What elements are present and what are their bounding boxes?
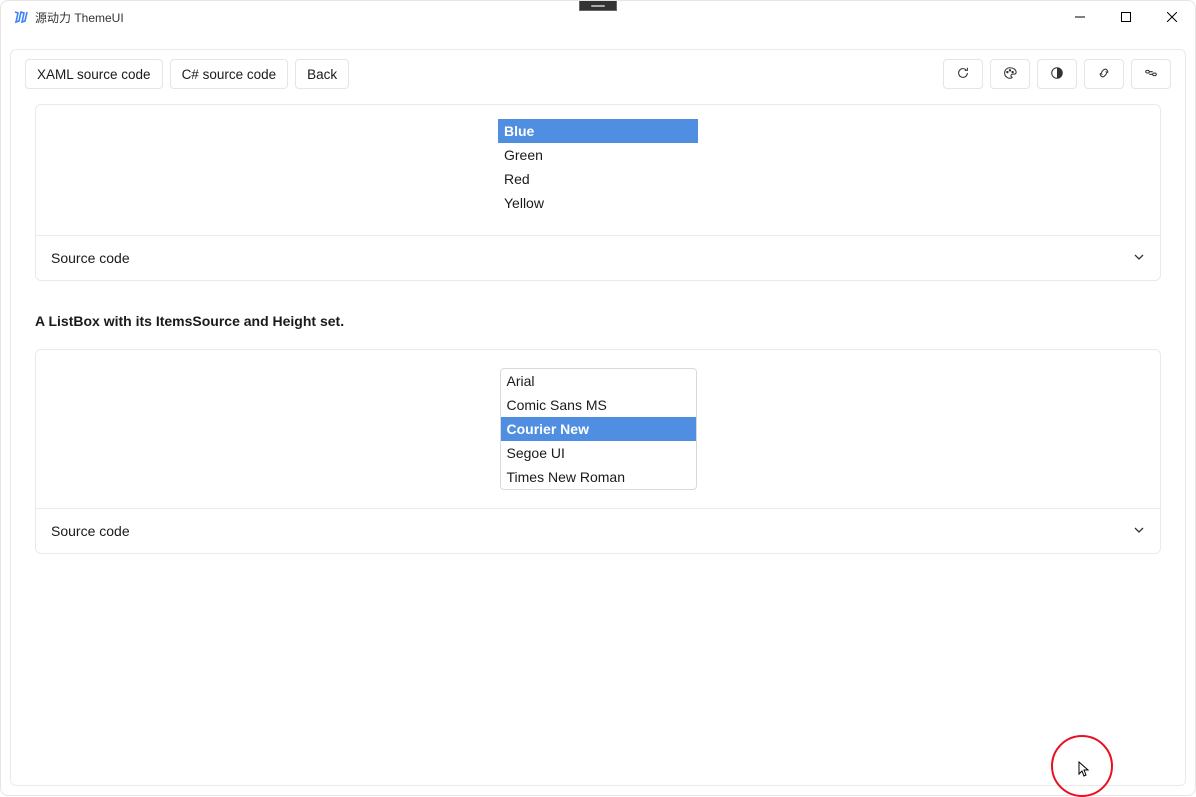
window-controls (1057, 1, 1195, 33)
refresh-button[interactable] (943, 59, 983, 89)
expander-label: Source code (51, 523, 130, 539)
app-title: 源动力 ThemeUI (35, 9, 124, 26)
chevron-down-icon (1133, 250, 1145, 266)
chain-button[interactable] (1131, 59, 1171, 89)
maximize-button[interactable] (1103, 1, 1149, 33)
minimize-button[interactable] (1057, 1, 1103, 33)
list-item[interactable]: Times New Roman (501, 465, 696, 489)
page-toolbar: XAML source code C# source code Back (11, 50, 1185, 98)
source-code-expander-2[interactable]: Source code (36, 508, 1160, 553)
list-item[interactable]: Segoe UI (501, 441, 696, 465)
card1-content: BlueGreenRedYellow (36, 105, 1160, 235)
palette-icon (1003, 66, 1017, 83)
refresh-icon (956, 66, 970, 83)
colors-listbox[interactable]: BlueGreenRedYellow (498, 119, 698, 219)
back-button[interactable]: Back (295, 59, 349, 89)
close-button[interactable] (1149, 1, 1195, 33)
source-code-expander-1[interactable]: Source code (36, 235, 1160, 280)
list-item[interactable]: Arial (501, 369, 696, 393)
list-item[interactable]: Green (498, 143, 698, 167)
list-item[interactable]: Yellow (498, 191, 698, 215)
content-frame: XAML source code C# source code Back (10, 49, 1186, 786)
fonts-listbox[interactable]: ArialComic Sans MSCourier NewSegoe UITim… (500, 368, 697, 490)
link-icon (1097, 66, 1111, 83)
list-item[interactable]: Comic Sans MS (501, 393, 696, 417)
debug-menu-chip[interactable] (579, 1, 617, 11)
expander-label: Source code (51, 250, 130, 266)
example-card-2: ArialComic Sans MSCourier NewSegoe UITim… (35, 349, 1161, 554)
palette-button[interactable] (990, 59, 1030, 89)
section-heading-2: A ListBox with its ItemsSource and Heigh… (35, 313, 1161, 329)
link-button[interactable] (1084, 59, 1124, 89)
list-item[interactable]: Red (498, 167, 698, 191)
contrast-icon (1050, 66, 1064, 83)
page-body: BlueGreenRedYellow Source code A ListBox… (11, 98, 1185, 592)
app-logo-icon (13, 9, 29, 25)
csharp-source-button[interactable]: C# source code (170, 59, 289, 89)
chevron-down-icon (1133, 523, 1145, 539)
list-item[interactable]: Blue (498, 119, 698, 143)
example-card-1: BlueGreenRedYellow Source code (35, 104, 1161, 281)
chain-icon (1144, 66, 1158, 83)
list-item[interactable]: Courier New (501, 417, 696, 441)
cursor-highlight (1051, 735, 1113, 797)
xaml-source-button[interactable]: XAML source code (25, 59, 163, 89)
toolbar-right-group (943, 59, 1171, 89)
titlebar: 源动力 ThemeUI (1, 1, 1195, 33)
card2-content: ArialComic Sans MSCourier NewSegoe UITim… (36, 350, 1160, 508)
theme-toggle-button[interactable] (1037, 59, 1077, 89)
